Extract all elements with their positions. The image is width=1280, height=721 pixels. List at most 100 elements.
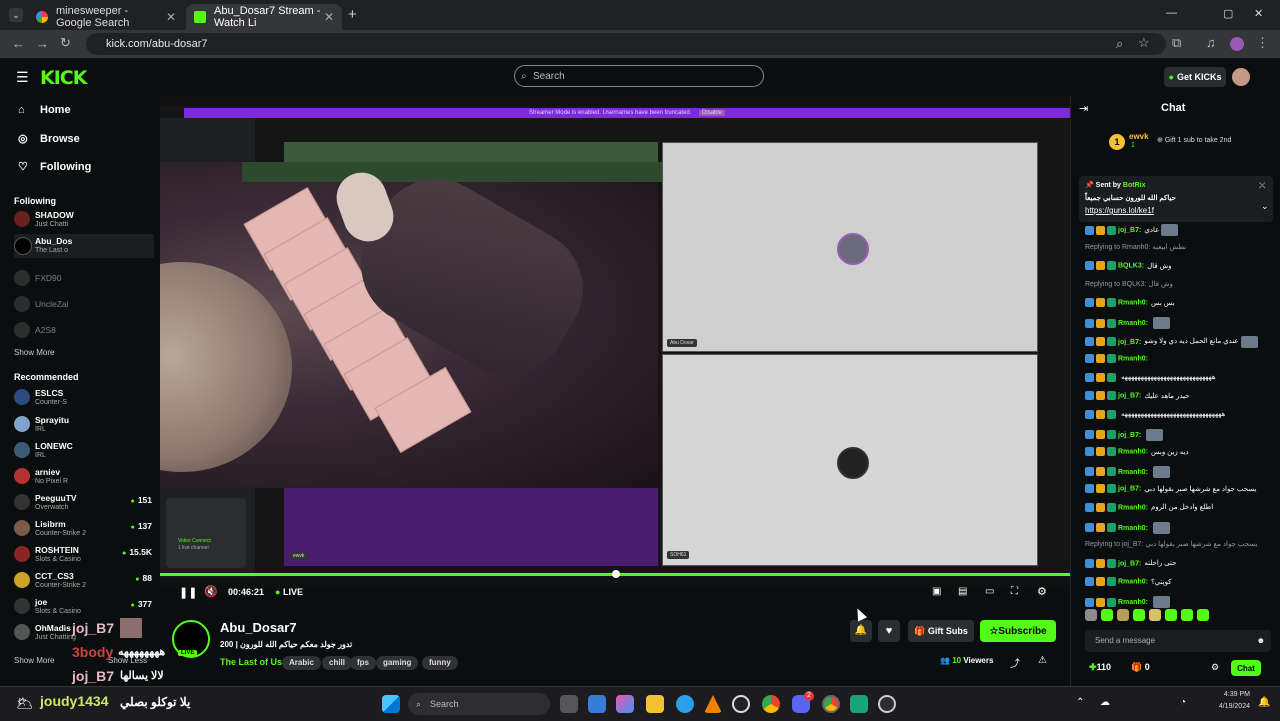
media-icon[interactable]: ♫ [1206,35,1216,50]
obs-icon[interactable] [878,695,896,713]
chat-username[interactable]: Rmanh0: [1118,469,1148,476]
chat-username[interactable]: Rmanh0: [1118,504,1148,511]
menu-kebab-icon[interactable]: ⋮ [1256,35,1269,51]
mute-icon[interactable]: 🔇 [204,585,218,598]
search-input[interactable]: ⌕ Search [514,65,764,87]
progress-handle[interactable] [612,570,620,578]
collapse-chat-icon[interactable]: ⇥ [1079,102,1088,115]
chrome-active-icon[interactable] [822,695,840,713]
chat-username[interactable]: Rmanh0: [1118,320,1148,327]
kick-logo[interactable]: KICK [40,67,87,89]
user-avatar[interactable] [1232,68,1250,86]
clip-icon[interactable]: ▤ [958,586,967,597]
get-kicks-button[interactable]: ● Get KICKs [1164,67,1226,87]
fullscreen-icon[interactable]: ⛶ [1011,586,1018,597]
emote-button[interactable] [1085,609,1097,621]
tag-fps[interactable]: fps [350,656,376,670]
file-explorer-icon[interactable] [646,695,664,713]
weather-icon[interactable]: 🌥 [16,695,34,712]
copilot-icon[interactable] [616,695,634,713]
close-tab-icon[interactable]: ✕ [324,10,334,24]
show-more-recommended[interactable]: Show More [14,656,54,665]
following-channel[interactable]: SHADOW Just Chatti [14,208,154,232]
wifi-icon[interactable]: ◔ [1180,697,1186,708]
notification-bell-button[interactable]: 🔔 [850,620,872,642]
following-channel-offline[interactable]: UncleZal [14,293,154,317]
windows-start-icon[interactable] [382,695,400,713]
emote-button[interactable] [1197,609,1209,621]
chat-username[interactable]: joj_B7: [1118,486,1141,493]
chat-message-input[interactable]: Send a message ☻ [1085,630,1271,652]
pause-icon[interactable]: ❚❚ [179,586,197,599]
reload-icon[interactable]: ↻ [60,35,71,51]
app-icon[interactable] [732,695,750,713]
emote-button[interactable] [1181,609,1193,621]
emote-button[interactable] [1133,609,1145,621]
tag-funny[interactable]: funny [422,656,458,670]
emoji-picker-icon[interactable]: ☻ [1257,630,1265,652]
profile-avatar[interactable] [1230,37,1244,51]
emote-button[interactable] [1101,609,1113,621]
unpin-icon[interactable]: ⤫ [1259,181,1265,191]
recommended-channel[interactable]: joeSlots & Casino 377 [14,595,154,619]
nav-browse[interactable]: ◎ Browse [18,132,80,146]
widgets-icon[interactable] [588,695,606,713]
category-link[interactable]: The Last of Us [220,657,282,667]
follow-heart-button[interactable]: ♥ [878,620,900,642]
notification-center-icon[interactable]: 🔔 [1258,697,1270,708]
pinned-link[interactable]: https://guns.lol/ke1f [1085,206,1154,215]
tag-gaming[interactable]: gaming [376,656,419,670]
extensions-icon[interactable]: ⧉ [1172,35,1181,51]
taskbar-search-input[interactable]: ⌕ Search [408,693,550,715]
recommended-channel[interactable]: CCT_CS3Counter-Strike 2 88 [14,569,154,593]
chrome-icon[interactable] [762,695,780,713]
new-tab-button[interactable]: + [348,6,357,23]
address-bar[interactable]: kick.com/abu-dosar7 [86,33,1166,55]
theater-mode-icon[interactable]: ▭ [985,586,994,597]
chat-username[interactable]: BQLK3: [1118,263,1144,270]
gift-count[interactable]: 🎁 0 [1131,662,1150,673]
chat-username[interactable]: Rmanh0: [1118,356,1148,363]
chat-username[interactable]: Rmanh0: [1118,524,1148,531]
hamburger-menu-icon[interactable]: ☰ [16,69,29,86]
chat-username[interactable]: joj_B7: [1118,560,1141,567]
chat-username[interactable]: joj_B7: [1118,227,1141,234]
maximize-button[interactable]: ▢ [1223,7,1233,20]
settings-gear-icon[interactable]: ⚙ [1037,585,1047,598]
tray-chevron-icon[interactable]: ⌃ [1076,697,1084,708]
task-view-icon[interactable] [560,695,578,713]
chevron-down-icon[interactable]: ⌄ [1261,201,1269,212]
minimize-button[interactable]: — [1166,7,1177,19]
emote-button[interactable] [1117,609,1129,621]
recommended-channel[interactable]: arniev No Pixel R [14,465,154,489]
chat-username[interactable]: joj_B7: [1118,338,1141,345]
chat-username[interactable]: joj_B7: [1118,431,1141,438]
video-player[interactable]: Streamer Mode is enabled. Usernames have… [160,96,1070,606]
show-more-following[interactable]: Show More [14,348,54,357]
back-icon[interactable]: ← [12,36,25,51]
tab-kick-stream[interactable]: Abu_Dosar7 Stream - Watch Li ✕ [186,4,342,30]
recommended-channel[interactable]: LONEWC IRL [14,439,154,463]
following-channel-offline[interactable]: A2S8 [14,319,154,343]
emote-button[interactable] [1165,609,1177,621]
vlc-icon[interactable] [704,695,722,713]
close-window-button[interactable]: ✕ [1254,7,1263,20]
forward-icon[interactable]: → [36,36,49,51]
nav-home[interactable]: ⌂ Home [18,104,71,116]
chat-username[interactable]: joj_B7: [1118,393,1141,400]
miniplayer-icon[interactable]: ▣ [932,586,941,597]
following-channel-offline[interactable]: FXD90 [14,267,154,291]
edge-icon[interactable] [676,695,694,713]
emote-button[interactable] [1149,609,1161,621]
close-tab-icon[interactable]: ✕ [166,10,176,24]
chat-settings-gear-icon[interactable]: ⚙ [1211,662,1219,673]
recommended-channel[interactable]: Sprayitu IRL [14,413,154,437]
recommended-channel[interactable]: PeeguuTVOverwatch 151 [14,491,154,515]
bookmark-star-icon[interactable]: ☆ [1138,35,1150,51]
tab-google-search[interactable]: minesweeper - Google Search ✕ [28,4,184,30]
tab-search-button[interactable]: ⌄ [9,8,23,22]
recommended-channel[interactable]: ROSHTEINSlots & Casino 15.5K [14,543,154,567]
tag-arabic[interactable]: Arabic [282,656,321,670]
app-icon[interactable] [850,695,868,713]
share-icon[interactable]: ⤴ [1010,655,1020,670]
